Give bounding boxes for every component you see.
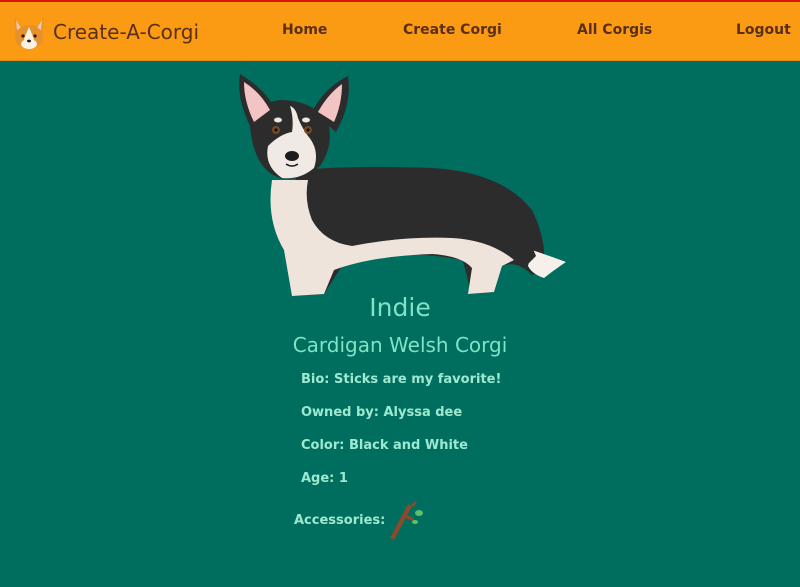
nav-logout-link[interactable]: Logout <box>736 22 791 38</box>
nav-all-corgis-link[interactable]: All Corgis <box>577 22 652 38</box>
nav-home-link[interactable]: Home <box>282 22 327 38</box>
color-label: Color: <box>301 438 345 453</box>
corgi-image <box>239 74 566 296</box>
color-row: Color: Black and White <box>301 438 468 453</box>
color-value: Black and White <box>349 438 468 453</box>
bio-value: Sticks are my favorite! <box>334 372 502 387</box>
brand[interactable]: Create-A-Corgi <box>11 10 199 54</box>
accessories-label: Accessories: <box>294 513 386 528</box>
owner-value: Alyssa dee <box>383 405 463 420</box>
brand-title: Create-A-Corgi <box>53 20 200 44</box>
corgi-name: Indie <box>369 293 431 322</box>
age-row: Age: 1 <box>301 471 348 486</box>
bio-label: Bio: <box>301 372 330 387</box>
corgi-breed: Cardigan Welsh Corgi <box>292 333 508 357</box>
owner-row: Owned by: Alyssa dee <box>301 405 462 420</box>
nav-create-corgi-link[interactable]: Create Corgi <box>403 22 502 38</box>
navbar: Create-A-Corgi Home Create Corgi All Cor… <box>0 2 800 61</box>
corgi-logo-icon <box>14 17 44 49</box>
owner-label: Owned by: <box>301 405 379 420</box>
age-label: Age: <box>301 471 335 486</box>
stick-icon <box>390 500 423 540</box>
bio-row: Bio: Sticks are my favorite! <box>301 372 501 387</box>
age-value: 1 <box>338 471 348 486</box>
